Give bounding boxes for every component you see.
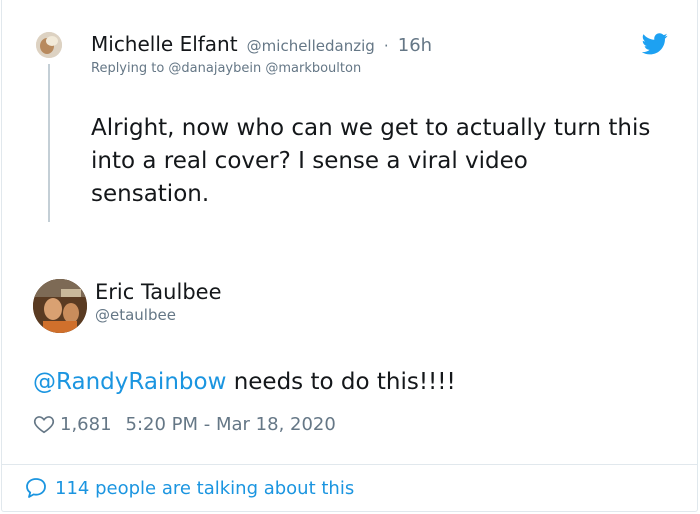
divider bbox=[1, 464, 698, 465]
conversation-link[interactable]: 114 people are talking about this bbox=[24, 476, 354, 500]
reply-header: Michelle Elfant @michelledanzig · 16h bbox=[91, 32, 432, 56]
reply-text: Alright, now who can we get to actually … bbox=[91, 115, 651, 207]
like-count[interactable]: 1,681 bbox=[60, 414, 112, 435]
thread-line bbox=[48, 64, 50, 222]
reply-time[interactable]: 16h bbox=[398, 35, 432, 56]
avatar-image bbox=[36, 32, 62, 58]
separator-dot: · bbox=[383, 37, 389, 55]
heart-icon[interactable] bbox=[33, 413, 55, 435]
timestamp[interactable]: 5:20 PM - Mar 18, 2020 bbox=[126, 414, 336, 435]
author-name[interactable]: Eric Taulbee bbox=[95, 280, 222, 304]
reply-author-name[interactable]: Michelle Elfant bbox=[91, 32, 238, 56]
mention-link[interactable]: @RandyRainbow bbox=[33, 369, 226, 395]
tweet-card bbox=[1, 0, 698, 512]
avatar-image bbox=[33, 279, 87, 333]
tweet-text-rest: needs to do this!!!! bbox=[226, 369, 456, 395]
replying-to[interactable]: Replying to @danajaybein @markboulton bbox=[91, 61, 361, 76]
avatar[interactable] bbox=[36, 32, 62, 58]
author-handle[interactable]: @etaulbee bbox=[95, 306, 176, 324]
avatar[interactable] bbox=[33, 279, 87, 333]
reply-author-handle[interactable]: @michelledanzig bbox=[247, 37, 375, 55]
twitter-bird-icon[interactable] bbox=[642, 33, 668, 55]
speech-bubble-icon bbox=[26, 478, 46, 498]
tweet-text: @RandyRainbow needs to do this!!!! bbox=[33, 369, 456, 395]
tweet-meta: 1,681 5:20 PM - Mar 18, 2020 bbox=[33, 413, 336, 435]
talking-count[interactable]: 114 people are talking about this bbox=[55, 478, 354, 499]
